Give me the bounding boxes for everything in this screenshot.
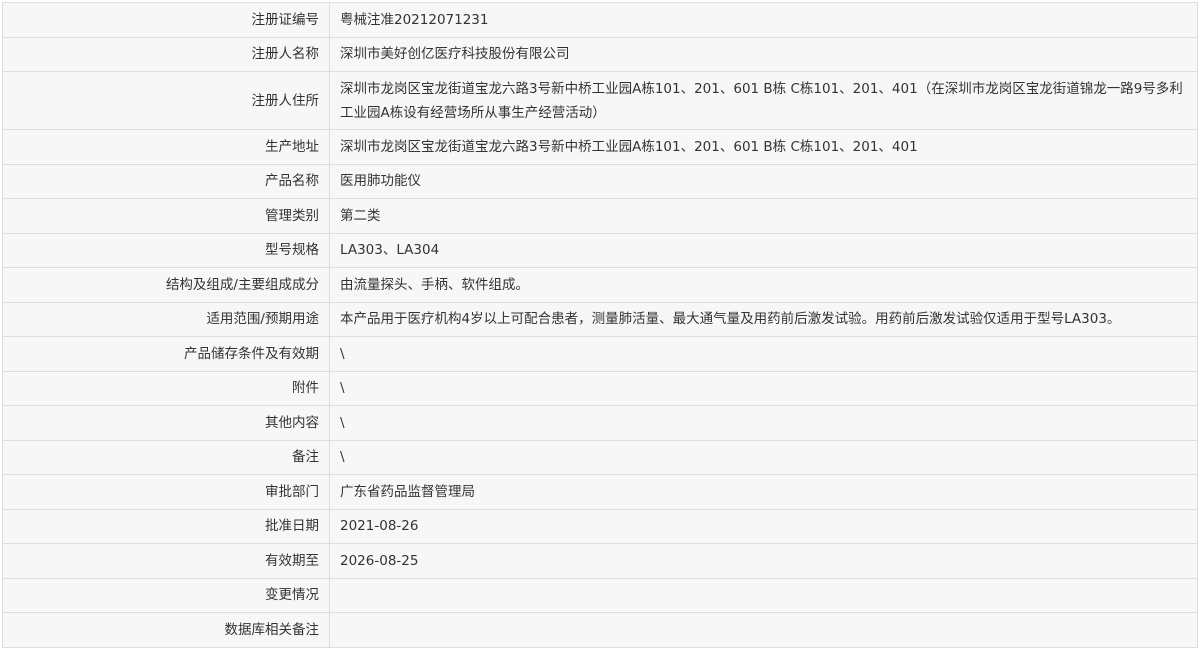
table-row: 注册证编号 粤械注准20212071231 [2,2,1198,38]
field-value: 深圳市美好创亿医疗科技股份有限公司 [329,36,1198,72]
registration-detail-table: 注册证编号 粤械注准20212071231 注册人名称 深圳市美好创亿医疗科技股份有限… [2,2,1198,648]
field-label: 变更情况 [2,577,330,613]
field-value: 深圳市龙岗区宝龙街道宝龙六路3号新中桥工业园A栋101、201、601 B栋 C… [329,71,1198,130]
field-value: 医用肺功能仪 [329,163,1198,199]
field-value: LA303、LA304 [329,232,1198,268]
field-label: 注册证编号 [2,2,330,38]
field-value: \ [329,336,1198,372]
table-row: 变更情况 [2,577,1198,613]
table-row: 批准日期 2021-08-26 [2,508,1198,544]
field-label: 产品储存条件及有效期 [2,336,330,372]
table-row: 结构及组成/主要组成成分 由流量探头、手柄、软件组成。 [2,267,1198,303]
field-label: 数据库相关备注 [2,612,330,648]
field-value [329,612,1198,648]
table-row: 有效期至 2026-08-25 [2,543,1198,579]
field-label: 产品名称 [2,163,330,199]
field-value: 粤械注准20212071231 [329,2,1198,38]
field-value: \ [329,405,1198,441]
field-value: 由流量探头、手柄、软件组成。 [329,267,1198,303]
table-row: 产品名称 医用肺功能仪 [2,163,1198,199]
field-value [329,577,1198,613]
table-row: 数据库相关备注 [2,612,1198,648]
field-label: 型号规格 [2,232,330,268]
field-value: \ [329,370,1198,406]
field-label: 注册人名称 [2,36,330,72]
table-row: 管理类别 第二类 [2,198,1198,234]
field-label: 附件 [2,370,330,406]
field-label: 管理类别 [2,198,330,234]
table-row: 注册人名称 深圳市美好创亿医疗科技股份有限公司 [2,36,1198,72]
field-label: 其他内容 [2,405,330,441]
field-label: 注册人住所 [2,71,330,130]
table-row: 备注 \ [2,439,1198,475]
field-label: 结构及组成/主要组成成分 [2,267,330,303]
field-value: 2021-08-26 [329,508,1198,544]
table-row: 型号规格 LA303、LA304 [2,232,1198,268]
field-value: 第二类 [329,198,1198,234]
table-row: 注册人住所 深圳市龙岗区宝龙街道宝龙六路3号新中桥工业园A栋101、201、601… [2,71,1198,130]
field-label: 适用范围/预期用途 [2,301,330,337]
table-row: 产品储存条件及有效期 \ [2,336,1198,372]
field-value: 深圳市龙岗区宝龙街道宝龙六路3号新中桥工业园A栋101、201、601 B栋 C… [329,129,1198,165]
table-row: 其他内容 \ [2,405,1198,441]
field-label: 有效期至 [2,543,330,579]
field-label: 批准日期 [2,508,330,544]
field-label: 备注 [2,439,330,475]
table-row: 审批部门 广东省药品监督管理局 [2,474,1198,510]
field-value: \ [329,439,1198,475]
table-row: 生产地址 深圳市龙岗区宝龙街道宝龙六路3号新中桥工业园A栋101、201、601 … [2,129,1198,165]
field-label: 生产地址 [2,129,330,165]
field-value: 广东省药品监督管理局 [329,474,1198,510]
field-value: 2026-08-25 [329,543,1198,579]
table-row: 附件 \ [2,370,1198,406]
table-row: 适用范围/预期用途 本产品用于医疗机构4岁以上可配合患者，测量肺活量、最大通气量及… [2,301,1198,337]
field-label: 审批部门 [2,474,330,510]
field-value: 本产品用于医疗机构4岁以上可配合患者，测量肺活量、最大通气量及用药前后激发试验。… [329,301,1198,337]
